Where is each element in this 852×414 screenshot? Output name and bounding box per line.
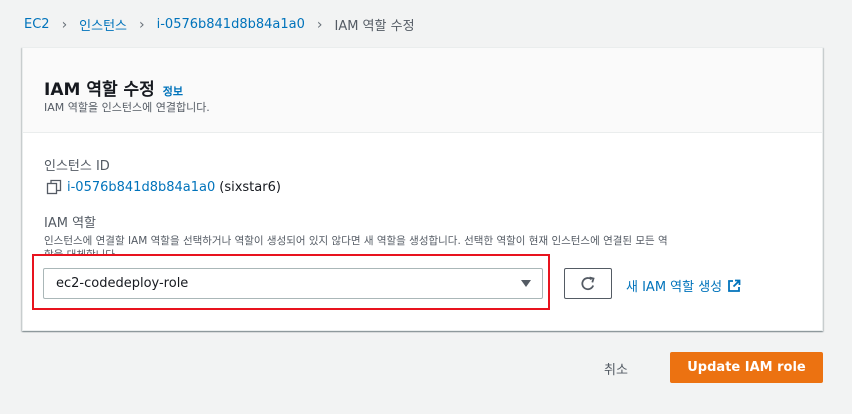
instance-name: (sixstar6) <box>219 179 281 195</box>
iam-role-description: 인스턴스에 연결할 IAM 역할을 선택하거나 역할이 생성되어 있지 않다면 … <box>44 235 668 247</box>
page-subtitle: IAM 역할을 인스턴스에 연결합니다. <box>44 101 210 114</box>
iam-role-label: IAM 역할 <box>44 216 96 231</box>
breadcrumb-instance-id[interactable]: i-0576b841d8b84a1a0 <box>157 17 305 32</box>
update-iam-role-button[interactable]: Update IAM role <box>670 352 823 383</box>
chevron-right-icon: › <box>139 16 145 33</box>
instance-id-row: i-0576b841d8b84a1a0 (sixstar6) <box>46 179 281 195</box>
breadcrumb-instances[interactable]: 인스턴스 <box>79 15 127 34</box>
chevron-right-icon: › <box>316 16 323 33</box>
external-link-icon <box>728 279 741 292</box>
panel-header: IAM 역할 수정 정보 IAM 역할을 인스턴스에 연결합니다. <box>23 48 822 133</box>
modify-iam-role-panel: IAM 역할 수정 정보 IAM 역할을 인스턴스에 연결합니다. 인스턴스 I… <box>22 47 823 331</box>
iam-role-selected-value: ec2-codedeploy-role <box>56 276 189 291</box>
create-iam-role-link[interactable]: 새 IAM 역할 생성 <box>626 276 741 295</box>
refresh-button[interactable] <box>564 268 612 299</box>
caret-down-icon <box>521 280 531 287</box>
info-link[interactable]: 정보 <box>163 83 183 99</box>
iam-role-select[interactable]: ec2-codedeploy-role <box>43 268 543 299</box>
breadcrumb: EC2 › 인스턴스 › i-0576b841d8b84a1a0 › IAM 역… <box>24 15 415 35</box>
title-row: IAM 역할 수정 정보 <box>44 75 183 100</box>
create-iam-role-label: 새 IAM 역할 생성 <box>626 280 723 295</box>
breadcrumb-ec2[interactable]: EC2 <box>24 17 50 32</box>
page-title: IAM 역할 수정 <box>44 80 155 100</box>
refresh-icon <box>581 276 595 290</box>
cancel-button[interactable]: 취소 <box>604 359 628 378</box>
breadcrumb-current: IAM 역할 수정 <box>334 19 415 34</box>
instance-id-link[interactable]: i-0576b841d8b84a1a0 <box>67 180 215 195</box>
chevron-right-icon: › <box>61 16 68 33</box>
copy-icon[interactable] <box>46 179 62 195</box>
instance-id-label: 인스턴스 ID <box>44 159 110 174</box>
